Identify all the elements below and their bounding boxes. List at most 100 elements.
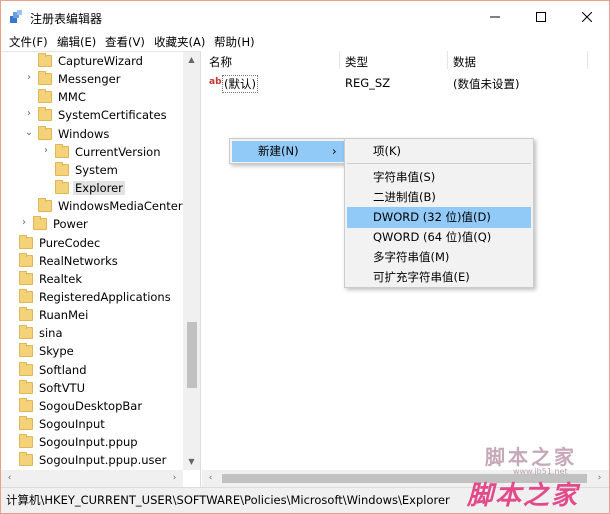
folder-icon [19, 270, 33, 285]
chevron-down-icon[interactable]: ⌄ [24, 127, 34, 138]
tree-vertical-scrollbar[interactable]: ▲ ▼ [183, 52, 200, 470]
scroll-right-icon[interactable]: › [166, 470, 183, 487]
watermark-logo: 脚本之家 [485, 445, 577, 469]
menu-view[interactable]: 查看(V) [105, 34, 145, 50]
folder-icon [19, 416, 33, 430]
tree-item[interactable]: MMC [1, 89, 183, 107]
menu-favorites[interactable]: 收藏夹(A) [154, 34, 205, 50]
tree-item[interactable]: Realtek [1, 270, 183, 289]
tree-item[interactable]: PureCodec [1, 234, 183, 253]
tree-item[interactable]: sina [1, 325, 183, 343]
submenu-item[interactable]: 多字符串值(M) [347, 247, 531, 268]
menu-file[interactable]: 文件(F) [9, 34, 48, 50]
folder-icon [33, 216, 47, 231]
tree-scroll-thumb[interactable] [187, 322, 197, 388]
context-menu: 新建(N) › [229, 138, 347, 164]
tree-item-label: RegisteredApplications [39, 289, 171, 304]
tree-item-label: RealNetworks [39, 253, 118, 268]
tree-item-label: SogouInput.ppup.user [39, 453, 167, 468]
folder-icon [19, 397, 33, 412]
submenu-item[interactable]: 可扩充字符串值(E) [347, 267, 531, 288]
tree-item-label: PureCodec [39, 235, 101, 250]
folder-icon [38, 53, 52, 67]
folder-icon [19, 307, 33, 322]
scroll-up-icon[interactable]: ▲ [183, 52, 200, 68]
column-divider[interactable] [587, 51, 588, 69]
tree-item[interactable]: WindowsMediaCenter [1, 198, 183, 216]
tree-item[interactable]: Skype [1, 343, 183, 361]
scroll-down-icon[interactable]: ▼ [183, 454, 200, 470]
menu-help[interactable]: 帮助(H) [214, 34, 255, 50]
folder-icon [38, 89, 52, 104]
chevron-right-icon[interactable]: › [24, 72, 34, 83]
submenu-item[interactable]: 二进制值(B) [347, 187, 531, 208]
folder-icon [55, 143, 69, 158]
tree-item[interactable]: Softland [1, 361, 183, 380]
menu-bar: 文件(F) 编辑(E) 查看(V) 收藏夹(A) 帮助(H) [1, 33, 609, 51]
tree-item-label: Explorer [73, 181, 125, 196]
value-name-cell[interactable]: (默认) [222, 75, 258, 93]
window-title: 注册表编辑器 [30, 12, 103, 26]
column-divider[interactable] [339, 51, 340, 69]
scroll-left-icon[interactable]: ‹ [202, 470, 219, 487]
folder-icon [19, 434, 33, 449]
new-submenu: 项(K) 字符串值(S) 二进制值(B) DWORD (32 位)值(D) QWORD … [344, 138, 534, 288]
tree-item[interactable]: CaptureWizard [1, 53, 183, 71]
folder-icon [38, 125, 52, 140]
column-divider[interactable] [447, 51, 448, 69]
folder-icon [19, 325, 33, 340]
tree-item-label: Realtek [39, 271, 83, 286]
tree-item[interactable]: › Messenger [1, 71, 183, 89]
minimize-button[interactable] [472, 1, 518, 33]
regedit-window: 注册表编辑器 文件(F) 编辑(E) 查看(V) 收藏夹(A) 帮助(H) Ca… [0, 0, 610, 514]
chevron-right-icon[interactable]: › [24, 108, 34, 119]
status-path: 计算机\HKEY_CURRENT_USER\SOFTWARE\Policies\… [6, 493, 450, 507]
tree-horizontal-scrollbar[interactable]: ‹ › [1, 470, 183, 487]
tree-item[interactable]: System [1, 161, 183, 180]
tree-item-label: Softland [39, 362, 87, 377]
tree-item[interactable]: SogouInput.ppup [1, 434, 183, 452]
scroll-right-icon[interactable]: › [591, 470, 608, 487]
maximize-button[interactable] [518, 1, 564, 33]
chevron-right-icon[interactable]: › [41, 145, 51, 156]
folder-icon [19, 252, 33, 267]
menu-separator [347, 163, 531, 164]
tree-item[interactable]: SogouDesktopBar [1, 397, 183, 416]
tree-item-label: CaptureWizard [58, 54, 143, 68]
tree-item-label: Messenger [58, 72, 121, 87]
scroll-left-icon[interactable]: ‹ [1, 470, 18, 487]
tree-item-label: SogouDesktopBar [39, 398, 143, 413]
submenu-item[interactable]: QWORD (64 位)值(Q) [347, 227, 531, 248]
submenu-item[interactable]: 项(K) [347, 141, 531, 162]
menu-new[interactable]: 新建(N) › [232, 141, 344, 162]
title-bar: 注册表编辑器 [1, 1, 609, 33]
column-name-header[interactable]: 名称 [209, 54, 232, 70]
submenu-item[interactable]: 字符串值(S) [347, 167, 531, 188]
chevron-right-icon[interactable]: › [19, 217, 29, 228]
tree-item[interactable]: SogouInput.ppup.user [1, 452, 183, 470]
tree-item[interactable]: RuanMei [1, 307, 183, 325]
folder-icon [38, 107, 52, 122]
column-type-header[interactable]: 类型 [345, 54, 368, 70]
tree-item[interactable]: ⌄ Windows [1, 125, 183, 144]
tree-item-label: Power [53, 217, 88, 232]
folder-icon [19, 234, 33, 249]
folder-icon [19, 288, 33, 303]
folder-icon [38, 71, 52, 86]
close-button[interactable] [564, 1, 610, 33]
tree-item-label: Windows [58, 126, 110, 141]
column-data-header[interactable]: 数据 [453, 54, 476, 70]
chevron-right-icon: › [332, 144, 337, 158]
tree-item[interactable]: SoftVTU [1, 379, 183, 398]
tree-item[interactable]: RegisteredApplications [1, 288, 183, 307]
submenu-item[interactable]: DWORD (32 位)值(D) [347, 207, 531, 228]
string-value-icon: ab [209, 77, 222, 87]
menu-edit[interactable]: 编辑(E) [57, 34, 96, 50]
tree-item[interactable]: › CurrentVersion [1, 143, 183, 162]
tree-item[interactable]: › SystemCertificates [1, 107, 183, 125]
tree-item[interactable]: RealNetworks [1, 252, 183, 271]
tree-item[interactable]: Explorer [1, 180, 183, 198]
tree-item[interactable]: SogouInput [1, 416, 183, 434]
close-icon [582, 12, 592, 22]
tree-item[interactable]: › Power [1, 216, 183, 234]
